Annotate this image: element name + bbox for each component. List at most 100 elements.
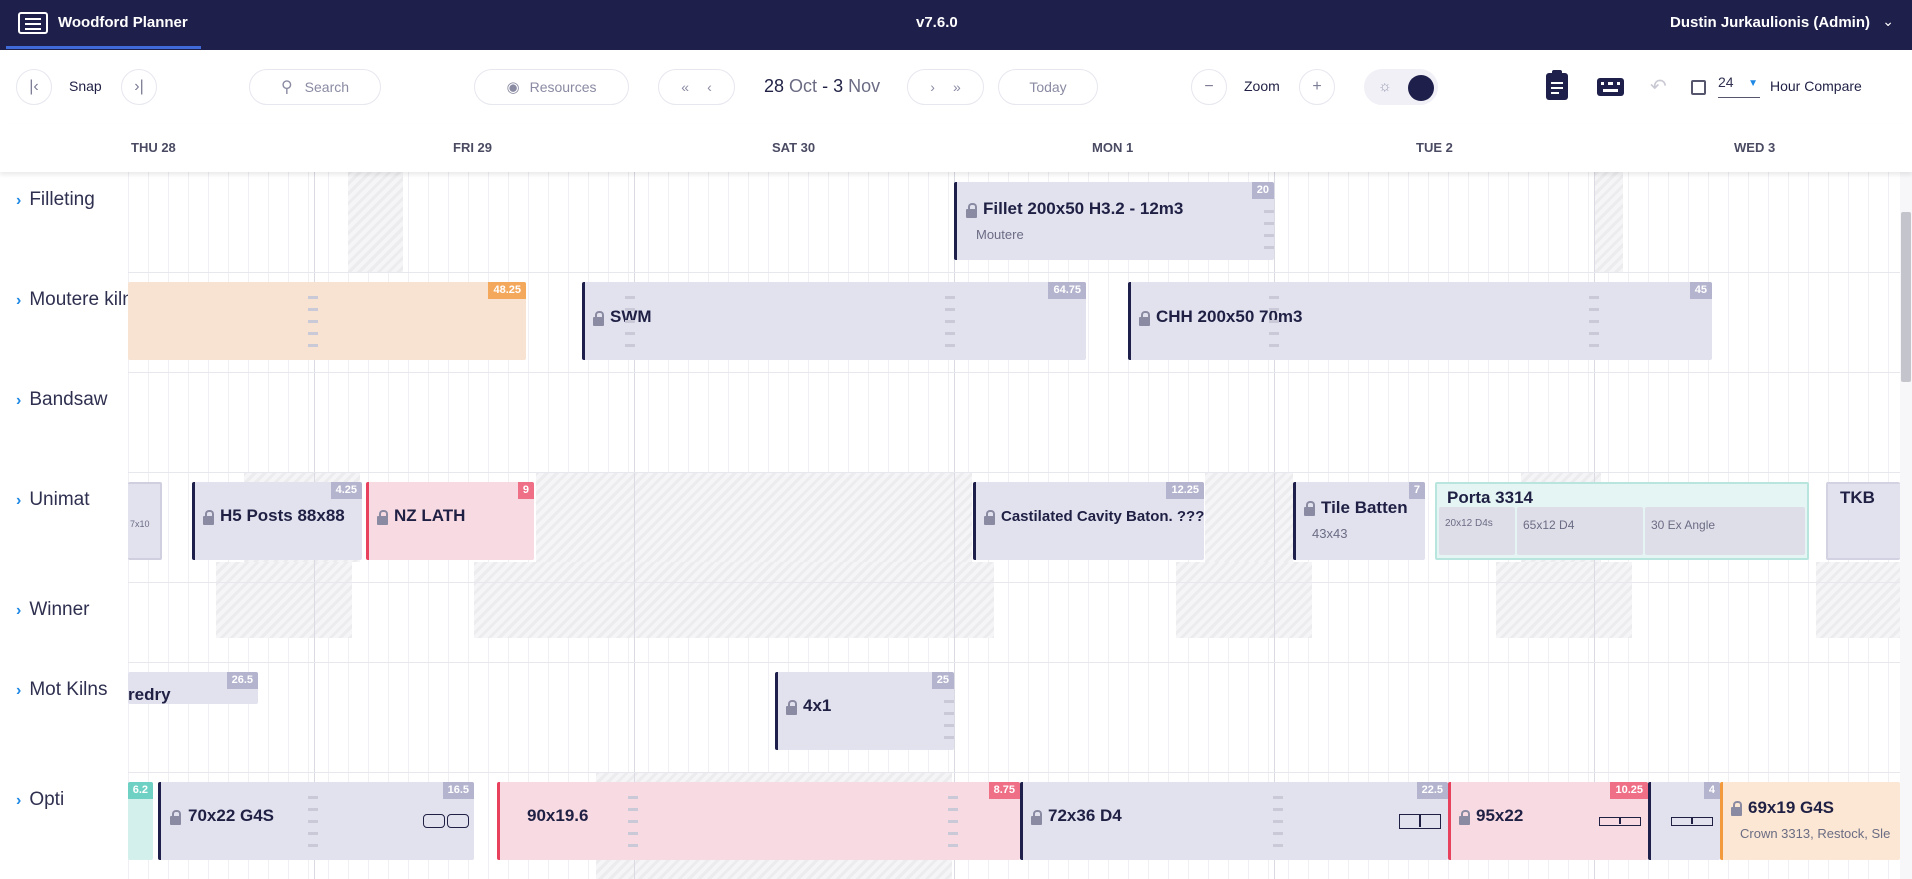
day-label: TUE 2: [1416, 140, 1453, 155]
day-label: WED 3: [1734, 140, 1776, 155]
lock-icon: [984, 510, 995, 525]
resize-handle[interactable]: [1273, 790, 1283, 850]
job-block[interactable]: 7 Tile Batten 43x43: [1293, 482, 1425, 560]
user-menu[interactable]: Dustin Jurkaulionis (Admin): [1670, 14, 1870, 31]
theme-toggle[interactable]: ☼: [1364, 69, 1438, 105]
job-block[interactable]: 26.5 redry: [128, 672, 258, 704]
job-block[interactable]: 4: [1648, 782, 1720, 860]
vertical-scrollbar[interactable]: [1900, 172, 1912, 879]
job-title: 90x19.6: [527, 806, 589, 825]
job-subtitle: Crown 3313, Restock, Sle: [1740, 826, 1891, 841]
zoom-label: Zoom: [1244, 78, 1280, 94]
resize-handle[interactable]: [948, 790, 958, 850]
chevron-left-icon[interactable]: ‹: [707, 79, 712, 95]
snap-label[interactable]: Snap: [69, 78, 102, 94]
row-label-winner[interactable]: › Winner: [16, 599, 90, 621]
row-divider: [128, 662, 1900, 663]
chevron-right-icon[interactable]: ›: [16, 292, 21, 309]
hours-badge: 16.5: [442, 782, 474, 799]
chevron-right-icon[interactable]: ›: [16, 392, 21, 409]
row-label-filleting[interactable]: › Filleting: [16, 189, 95, 211]
sub-job[interactable]: 20x12 D4s: [1439, 507, 1515, 555]
resize-handle[interactable]: [944, 694, 954, 744]
lock-icon: [593, 311, 604, 326]
double-chevron-right-icon[interactable]: »: [953, 79, 961, 95]
hours-badge: 12.25: [1166, 482, 1204, 499]
date-start-day: 28: [764, 76, 785, 96]
date-range: 28 Oct - 3 Nov: [764, 76, 880, 97]
zoom-in-icon[interactable]: +: [1299, 69, 1335, 105]
date-separator: -: [822, 76, 829, 96]
resize-handle[interactable]: [308, 290, 318, 350]
job-block[interactable]: 4.25 H5 Posts 88x88: [192, 482, 362, 560]
date-end-month: Nov: [848, 76, 881, 96]
chevron-right-icon[interactable]: ›: [16, 492, 21, 509]
search-input[interactable]: Search: [305, 79, 349, 95]
lock-icon: [170, 810, 181, 825]
job-block[interactable]: 10.25 95x22: [1448, 782, 1648, 860]
chevron-right-icon[interactable]: ›: [930, 79, 935, 95]
search-button[interactable]: ⚲ Search: [249, 69, 381, 105]
menu-icon[interactable]: [18, 12, 48, 34]
job-group[interactable]: Porta 3314 20x12 D4s 65x12 D4 30 Ex Angl…: [1435, 482, 1809, 560]
hours-badge: 48.25: [488, 282, 526, 299]
scrollbar-thumb[interactable]: [1901, 212, 1911, 382]
chevron-down-icon[interactable]: ⌄: [1882, 13, 1894, 30]
job-block[interactable]: 8.75 90x19.6: [497, 782, 1020, 860]
row-label-opti[interactable]: › Opti: [16, 789, 64, 811]
chevron-right-icon[interactable]: ›: [16, 792, 21, 809]
resize-handle[interactable]: [625, 290, 635, 350]
undo-icon[interactable]: ↶: [1650, 74, 1667, 99]
lock-icon: [1031, 810, 1042, 825]
unavailable-block: [1595, 172, 1623, 272]
job-block[interactable]: 6.2: [128, 782, 153, 860]
row-label-text: Opti: [29, 789, 65, 810]
double-chevron-left-icon[interactable]: «: [681, 79, 689, 95]
resources-button[interactable]: ◉ Resources: [474, 69, 629, 105]
unavailable-block: [348, 172, 403, 272]
eye-icon: ◉: [506, 79, 520, 96]
job-block[interactable]: 25 4x1: [775, 672, 954, 750]
job-block[interactable]: 16.5 70x22 G4S: [158, 782, 474, 860]
row-label-bandsaw[interactable]: › Bandsaw: [16, 389, 108, 411]
job-block[interactable]: 12.25 Castilated Cavity Baton. ???: [973, 482, 1204, 560]
sub-job[interactable]: 30 Ex Angle: [1645, 507, 1805, 555]
clipboard-icon[interactable]: [1546, 70, 1568, 100]
jump-start-icon[interactable]: |‹: [16, 69, 52, 105]
resize-handle[interactable]: [1264, 204, 1274, 254]
row-label-mot-kilns[interactable]: › Mot Kilns: [16, 679, 107, 701]
resize-handle[interactable]: [628, 790, 638, 850]
zoom-out-icon[interactable]: −: [1191, 69, 1227, 105]
job-block[interactable]: 9 NZ LATH: [366, 482, 534, 560]
job-block[interactable]: 69x19 G4S Crown 3313, Restock, Sle: [1720, 782, 1900, 860]
resize-handle[interactable]: [945, 290, 955, 350]
resize-handle[interactable]: [1269, 290, 1279, 350]
row-label-text: Filleting: [29, 189, 95, 210]
job-block[interactable]: 20 Fillet 200x50 H3.2 - 12m3 Moutere: [954, 182, 1274, 260]
job-block[interactable]: 22.5 72x36 D4: [1020, 782, 1448, 860]
resize-handle[interactable]: [1589, 290, 1599, 350]
hours-badge: 25: [931, 672, 954, 689]
chevron-right-icon[interactable]: ›: [16, 192, 21, 209]
day-header: THU 28 FRI 29 SAT 30 MON 1 TUE 2 WED 3: [0, 124, 1912, 172]
job-block[interactable]: 48.25: [128, 282, 526, 360]
job-block[interactable]: 7x10: [128, 482, 162, 560]
hour-select[interactable]: 24 ▼: [1718, 74, 1760, 98]
dropdown-arrow-icon: ▼: [1748, 78, 1758, 89]
resize-handle[interactable]: [308, 790, 318, 850]
toggle-knob: [1408, 75, 1434, 101]
hours-badge: 64.75: [1048, 282, 1086, 299]
today-button[interactable]: Today: [998, 69, 1098, 105]
job-block[interactable]: TKB: [1826, 482, 1900, 560]
hours-badge: 10.25: [1610, 782, 1648, 799]
sub-job[interactable]: 65x12 D4: [1517, 507, 1643, 555]
row-label-unimat[interactable]: › Unimat: [16, 489, 90, 511]
job-block[interactable]: 64.75 SWM: [582, 282, 1086, 360]
jump-end-icon[interactable]: ›|: [121, 69, 157, 105]
job-title: 69x19 G4S: [1748, 798, 1835, 817]
chevron-right-icon[interactable]: ›: [16, 602, 21, 619]
keyboard-icon[interactable]: [1597, 78, 1624, 96]
chevron-right-icon[interactable]: ›: [16, 682, 21, 699]
hour-compare-checkbox[interactable]: [1691, 80, 1706, 95]
job-block[interactable]: 45 CHH 200x50 70m3: [1128, 282, 1712, 360]
